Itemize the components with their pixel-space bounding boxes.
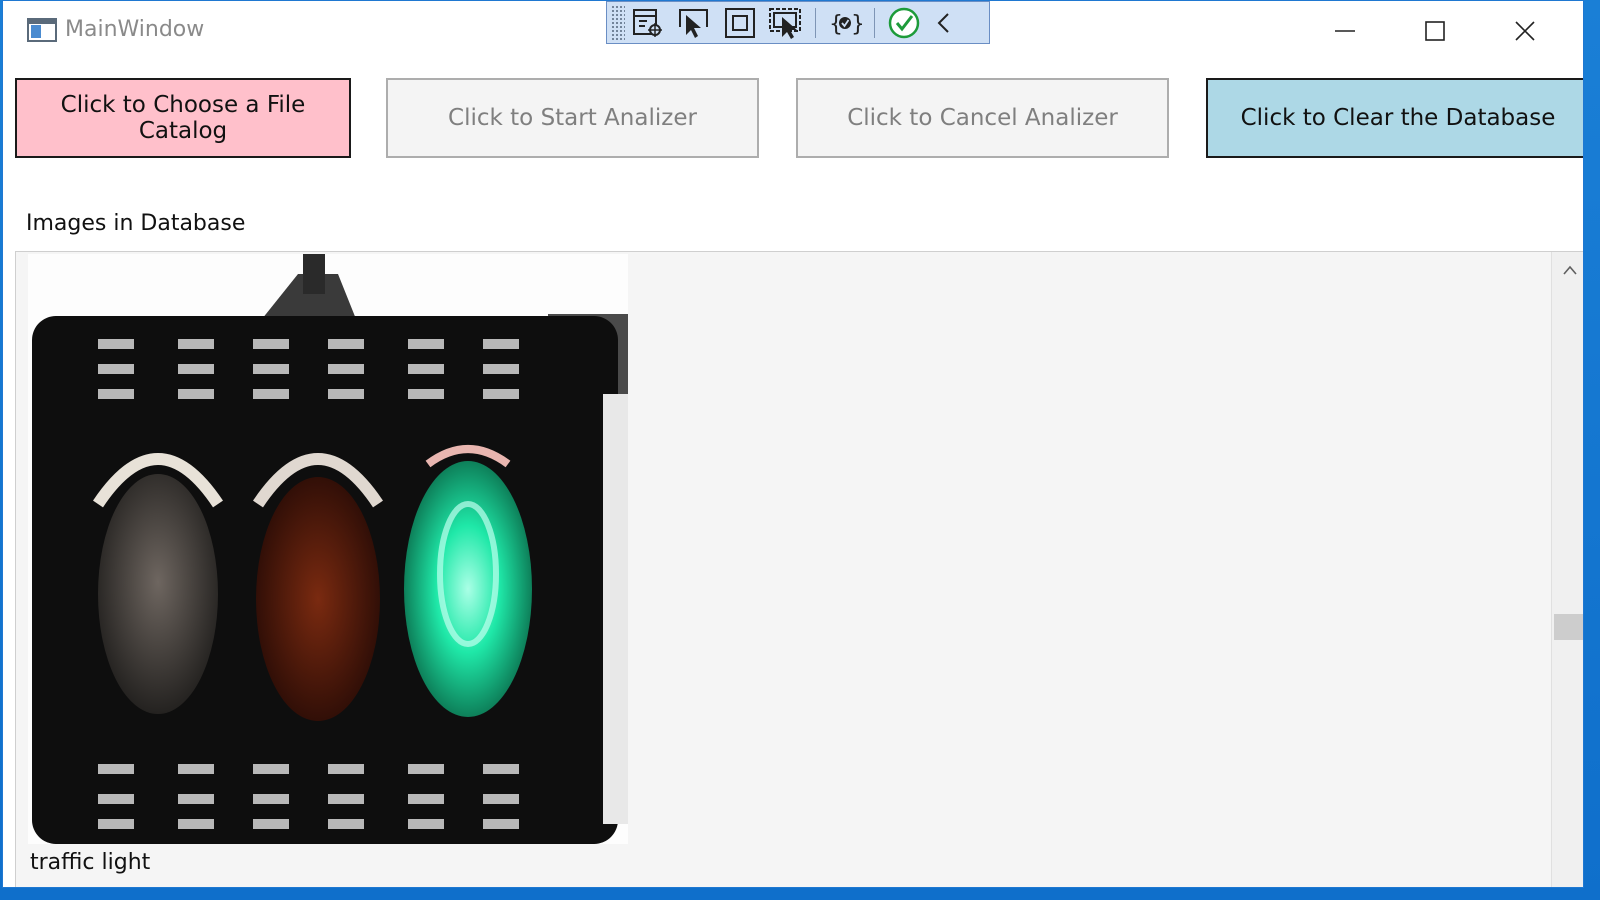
scroll-up-icon[interactable]	[1560, 260, 1580, 280]
app-window-icon	[27, 18, 57, 42]
track-focused-element-icon[interactable]	[763, 4, 809, 42]
vertical-scrollbar[interactable]	[1551, 252, 1583, 887]
main-window: MainWindow {}	[2, 0, 1584, 888]
clear-database-button[interactable]: Click to Clear the Database	[1206, 78, 1583, 158]
choose-file-catalog-button[interactable]: Click to Choose a File Catalog	[15, 78, 351, 158]
traffic-light-image	[28, 254, 628, 844]
list-item[interactable]: traffic light	[28, 254, 628, 875]
minimize-icon[interactable]	[1315, 9, 1375, 53]
images-section-label: Images in Database	[26, 211, 246, 236]
binding-failures-icon[interactable]: {}	[822, 4, 868, 42]
scrollbar-thumb[interactable]	[1554, 614, 1583, 640]
debug-toolbar: {}	[606, 1, 990, 44]
toolbar-separator	[874, 7, 875, 38]
close-icon[interactable]	[1495, 9, 1555, 53]
live-visual-tree-icon[interactable]	[625, 4, 671, 42]
image-list[interactable]: traffic light	[15, 251, 1583, 887]
collapse-chevron-icon[interactable]	[927, 4, 961, 42]
cancel-analyzer-button[interactable]: Click to Cancel Analizer	[796, 78, 1169, 158]
select-element-icon[interactable]	[671, 4, 717, 42]
toolbar-separator	[815, 7, 816, 38]
title-bar[interactable]: MainWindow {}	[3, 1, 1583, 59]
display-layout-adorners-icon[interactable]	[717, 4, 763, 42]
image-caption: traffic light	[30, 850, 151, 875]
maximize-icon[interactable]	[1405, 9, 1465, 53]
toolbar-grip-icon[interactable]	[611, 4, 625, 41]
svg-text:}: }	[851, 12, 862, 37]
start-analyzer-button[interactable]: Click to Start Analizer	[386, 78, 759, 158]
hot-reload-check-icon[interactable]	[881, 4, 927, 42]
window-title: MainWindow	[65, 17, 205, 42]
